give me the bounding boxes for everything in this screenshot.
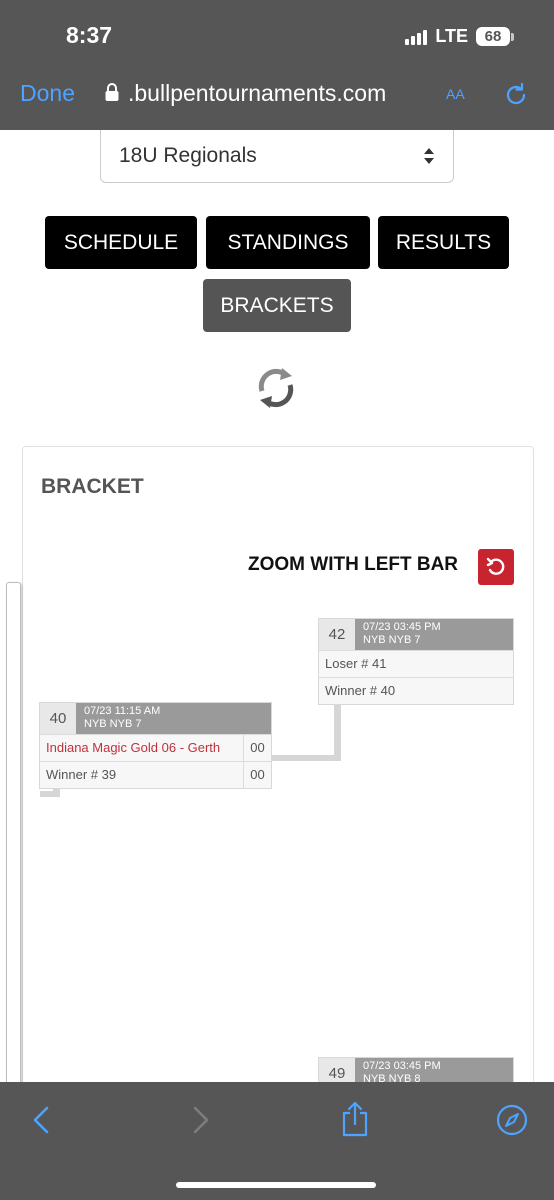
game-field: NYB NYB 7 <box>84 718 142 730</box>
network-type: LTE <box>435 26 468 46</box>
brackets-button[interactable]: BRACKETS <box>203 279 351 332</box>
bracket-team-row: Winner # 40 <box>319 677 513 704</box>
game-datetime: 07/23 03:45 PM <box>363 621 441 633</box>
bracket-game-40[interactable]: 40 07/23 11:15 AM NYB NYB 7 Indiana Magi… <box>39 702 272 789</box>
division-select-value: 18U Regionals <box>119 144 257 167</box>
status-time: 8:37 <box>66 22 113 48</box>
game-number: 40 <box>40 703 76 734</box>
share-icon[interactable] <box>340 1100 370 1138</box>
back-chevron-icon[interactable] <box>30 1104 52 1136</box>
team-name: Winner # 40 <box>325 683 396 698</box>
game-number: 42 <box>319 619 355 650</box>
battery-level: 68 <box>476 27 510 46</box>
done-button[interactable]: Done <box>20 80 75 107</box>
standings-button[interactable]: STANDINGS <box>206 216 370 269</box>
zoom-slider-bar[interactable] <box>6 582 21 1082</box>
game-field: NYB NYB 8 <box>363 1073 421 1082</box>
bracket-game-42[interactable]: 42 07/23 03:45 PM NYB NYB 7 Loser # 41 W… <box>318 618 514 705</box>
select-arrows-icon <box>424 148 434 164</box>
game-datetime: 07/23 11:15 AM <box>84 705 161 717</box>
forward-chevron-icon[interactable] <box>190 1104 212 1136</box>
bracket-team-row: Loser # 41 <box>319 650 513 677</box>
reload-icon[interactable] <box>503 82 529 108</box>
results-button[interactable]: RESULTS <box>378 216 509 269</box>
browser-top-bar: 8:37 LTE 68 Done .bullpentournaments.com… <box>0 0 554 130</box>
reset-zoom-button[interactable] <box>478 549 514 585</box>
bracket-connector <box>271 755 341 761</box>
bracket-connector <box>334 705 341 761</box>
bracket-team-row: Indiana Magic Gold 06 - Gerth 00 <box>40 734 271 761</box>
team-name: Winner # 39 <box>46 767 117 782</box>
team-score: 00 <box>243 735 271 761</box>
team-name: Loser # 41 <box>325 656 387 671</box>
status-indicators: LTE 68 <box>405 26 514 47</box>
bracket-team-row: Winner # 39 00 <box>40 761 271 788</box>
schedule-button[interactable]: SCHEDULE <box>45 216 197 269</box>
compass-icon[interactable] <box>495 1103 529 1137</box>
reset-icon <box>486 557 505 575</box>
battery-icon: 68 <box>476 27 514 46</box>
page-content: 18U Regionals SCHEDULE STANDINGS RESULTS… <box>0 130 554 1082</box>
home-indicator <box>176 1182 376 1188</box>
team-name[interactable]: Indiana Magic Gold 06 - Gerth <box>40 735 243 761</box>
text-size-label: AA <box>446 86 465 102</box>
bracket-title: BRACKET <box>41 475 144 498</box>
division-select[interactable]: 18U Regionals <box>100 130 454 183</box>
game-field: NYB NYB 7 <box>363 634 421 646</box>
bracket-game-49[interactable]: 49 07/23 03:45 PM NYB NYB 8 <box>318 1057 514 1082</box>
cellular-signal-icon <box>405 29 428 45</box>
game-number: 49 <box>319 1058 355 1082</box>
lock-icon <box>105 83 119 101</box>
game-datetime: 07/23 03:45 PM <box>363 1060 441 1072</box>
address-bar-url[interactable]: .bullpentournaments.com <box>128 80 386 107</box>
text-size-button[interactable]: AA <box>446 82 465 105</box>
zoom-instruction: ZOOM WITH LEFT BAR <box>248 554 459 575</box>
refresh-sync-icon[interactable] <box>252 364 300 412</box>
team-score: 00 <box>243 762 271 788</box>
